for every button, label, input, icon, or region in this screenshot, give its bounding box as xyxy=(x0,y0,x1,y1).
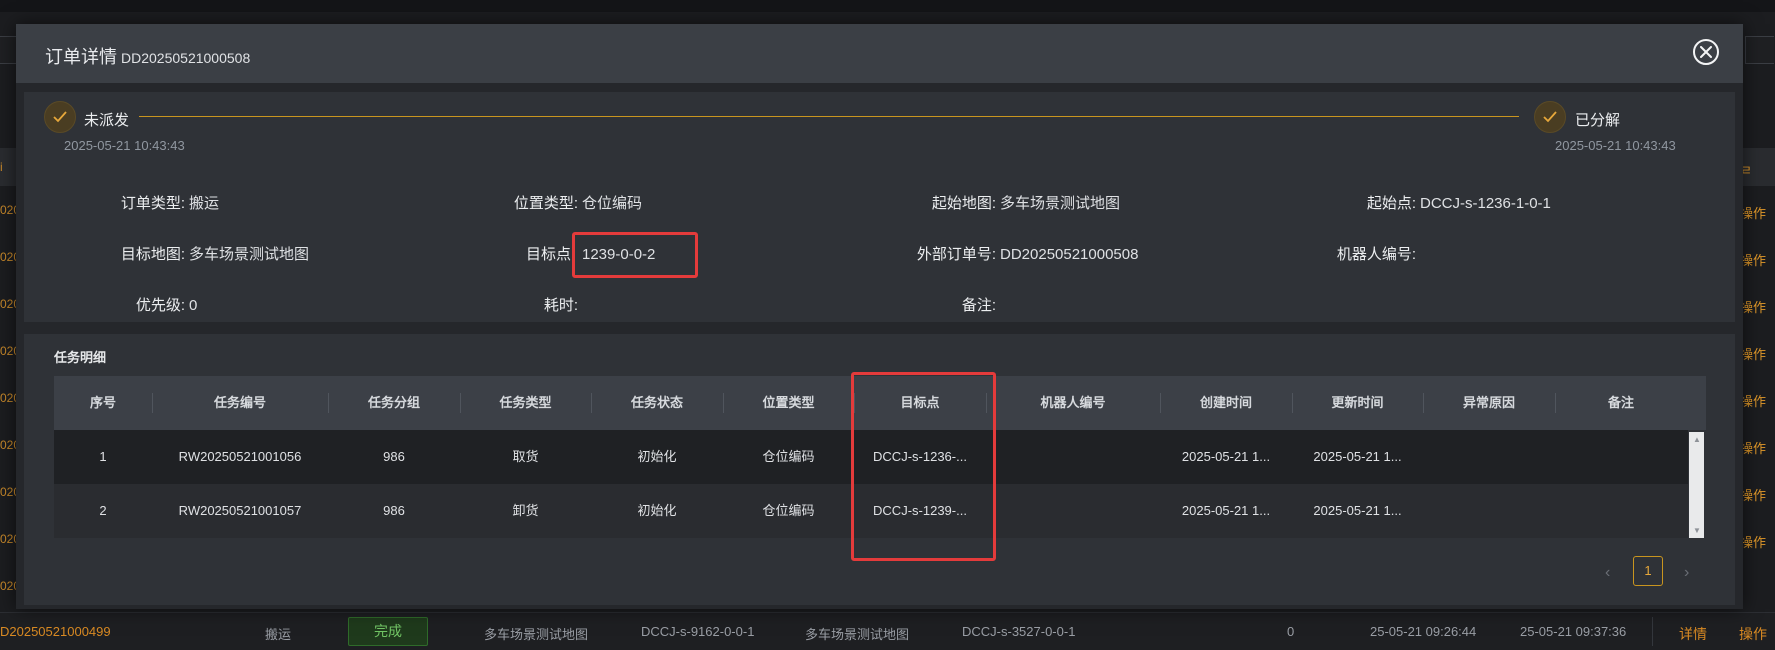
top-bar xyxy=(0,0,1775,12)
action-link[interactable]: 操作 xyxy=(1739,624,1767,644)
step-time: 2025-05-21 10:43:43 xyxy=(64,138,185,153)
table-cell: 取货 xyxy=(512,449,539,464)
step-label-decomposed: 已分解 xyxy=(1575,112,1621,129)
table-cell: RW20250521001057 xyxy=(178,503,302,518)
table-cell xyxy=(986,484,1160,538)
order-number[interactable]: D20250521000499 xyxy=(0,624,111,639)
created-time: 25-05-21 09:26:44 xyxy=(1370,624,1477,639)
list-action-link[interactable]: 操作 xyxy=(1740,344,1775,363)
info-start-point: 起始点: DCCJ-s-1236-1-0-1 xyxy=(1366,195,1551,212)
task-section-title: 任务明细 xyxy=(54,350,107,365)
table-cell xyxy=(1555,484,1687,538)
list-action-partial: ㄹ xyxy=(1740,163,1752,178)
table-cell: 仓位编码 xyxy=(762,503,815,518)
close-icon[interactable] xyxy=(1693,39,1719,65)
list-action-link[interactable]: 操作 xyxy=(1740,532,1775,551)
table-cell: 初始化 xyxy=(637,503,677,518)
pagination-prev-icon[interactable]: ‹ xyxy=(1605,564,1610,582)
list-action-link[interactable]: 操作 xyxy=(1740,203,1775,222)
info-robot-no: 机器人编号: xyxy=(1336,246,1416,263)
start-map: 多车场景测试地图 xyxy=(484,627,589,642)
list-action-link[interactable]: 操作 xyxy=(1740,391,1775,410)
list-action-link[interactable]: 操作 xyxy=(1740,438,1775,457)
table-cell xyxy=(986,430,1160,484)
column-header: 任务状态 xyxy=(630,395,683,410)
table-row: D20250521000499 搬运 完成 多车场景测试地图 DCCJ-s-91… xyxy=(0,612,1775,650)
column-header: 任务类型 xyxy=(499,395,552,410)
start-point: DCCJ-s-9162-0-0-1 xyxy=(641,624,755,639)
info-external-order-no: 外部订单号: DD20250521000508 xyxy=(916,246,1139,263)
table-cell: 986 xyxy=(383,449,405,464)
table-cell: RW20250521001056 xyxy=(178,449,302,464)
column-header: 备注 xyxy=(1607,395,1634,410)
updated-time: 25-05-21 09:37:36 xyxy=(1520,624,1627,639)
list-action-link[interactable]: 操作 xyxy=(1740,297,1775,316)
table-cell: 初始化 xyxy=(637,449,677,464)
order-type: 搬运 xyxy=(265,627,292,642)
table-cell xyxy=(1423,484,1555,538)
table-cell xyxy=(1423,430,1555,484)
progress-line xyxy=(139,116,1519,117)
scroll-up-icon[interactable]: ▲ xyxy=(1693,435,1701,444)
column-header: 位置类型 xyxy=(762,395,815,410)
divider xyxy=(1652,617,1653,646)
target-point: DCCJ-s-3527-0-0-1 xyxy=(962,624,1076,639)
pagination-current-page[interactable]: 1 xyxy=(1633,556,1663,586)
table-cell: 2025-05-21 1... xyxy=(1181,503,1271,518)
table-cell: 986 xyxy=(383,503,405,518)
table-cell: 1 xyxy=(99,449,107,464)
info-duration: 耗时: xyxy=(543,297,578,314)
modal-header: 订单详情 DD20250521000508 xyxy=(16,24,1743,83)
table-cell: 仓位编码 xyxy=(762,449,815,464)
highlight-box xyxy=(572,232,698,278)
modal-title: 订单详情 DD20250521000508 xyxy=(45,43,250,69)
table-cell: 2025-05-21 1... xyxy=(1313,449,1402,464)
info-order-type: 订单类型: 搬运 xyxy=(120,195,220,212)
status-badge: 完成 xyxy=(348,617,428,646)
scroll-down-icon[interactable]: ▼ xyxy=(1693,526,1701,535)
detail-link[interactable]: 详情 xyxy=(1679,624,1707,644)
column-header: 序号 xyxy=(89,395,116,410)
info-start-map: 起始地图: 多车场景测试地图 xyxy=(931,195,1121,212)
table-cell: 2025-05-21 1... xyxy=(1313,503,1402,518)
column-header: 异常原因 xyxy=(1462,395,1515,410)
step-label-undispatched: 未派发 xyxy=(84,112,130,129)
check-icon xyxy=(1534,101,1566,133)
table-cell xyxy=(1555,430,1687,484)
list-action-link[interactable]: 操作 xyxy=(1740,250,1775,269)
count: 0 xyxy=(1287,624,1295,639)
table-cell: 卸货 xyxy=(512,503,539,518)
column-header: 更新时间 xyxy=(1331,395,1384,410)
info-target-map: 目标地图: 多车场景测试地图 xyxy=(120,246,310,263)
target-map: 多车场景测试地图 xyxy=(805,627,910,642)
column-header: 创建时间 xyxy=(1199,395,1252,410)
column-header: 机器人编号 xyxy=(1040,395,1106,410)
check-icon xyxy=(44,101,76,133)
info-position-type: 位置类型: 仓位编码 xyxy=(513,195,643,212)
modal-title-text: 订单详情 xyxy=(45,47,117,67)
highlight-box xyxy=(851,372,996,561)
step-time: 2025-05-21 10:43:43 xyxy=(1555,138,1676,153)
modal-order-number: DD20250521000508 xyxy=(121,50,251,66)
list-action-link[interactable]: 操作 xyxy=(1740,485,1775,504)
info-remark: 备注: xyxy=(961,297,996,314)
column-header: 任务编号 xyxy=(213,395,266,410)
vertical-scrollbar[interactable]: ▲ ▼ xyxy=(1689,432,1704,538)
info-priority: 优先级: 0 xyxy=(135,297,198,314)
pagination-next-icon[interactable]: › xyxy=(1684,564,1689,582)
column-header: 任务分组 xyxy=(367,395,420,410)
right-control-partial[interactable] xyxy=(1745,36,1774,64)
table-cell: 2 xyxy=(99,503,107,518)
table-cell: 2025-05-21 1... xyxy=(1181,449,1271,464)
